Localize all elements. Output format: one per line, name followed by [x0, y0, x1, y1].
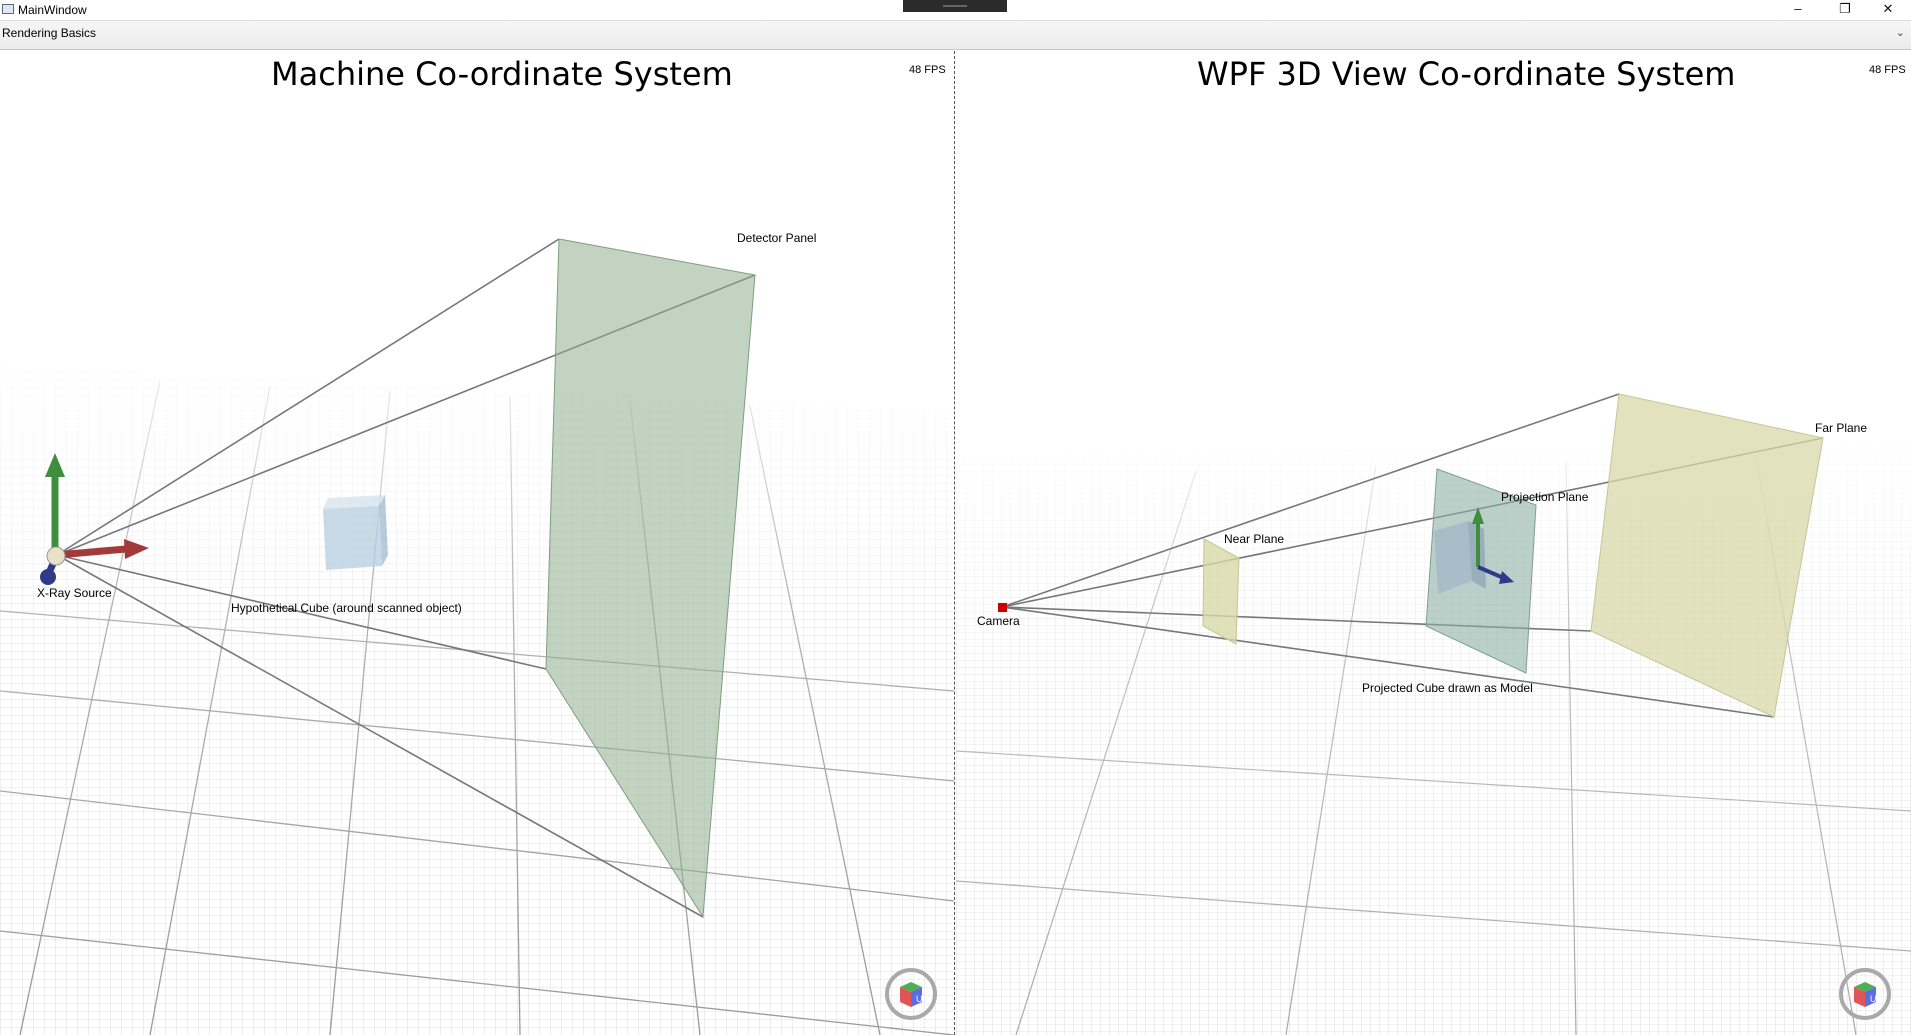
window-title: MainWindow — [18, 3, 87, 17]
chevron-down-icon[interactable]: ⌄ — [1896, 26, 1905, 39]
svg-text:U: U — [916, 994, 923, 1004]
view-cube-icon[interactable]: U — [1838, 967, 1892, 1021]
near-plane[interactable] — [1202, 538, 1240, 645]
machine-scene[interactable] — [0, 51, 954, 1035]
rendering-basics-expander[interactable]: Rendering Basics ⌄ — [0, 20, 1911, 50]
camera-marker[interactable] — [998, 603, 1007, 612]
fps-counter: 48 FPS — [1869, 64, 1906, 76]
ground-grid — [0, 365, 954, 1035]
detector-panel-label: Detector Panel — [737, 231, 817, 245]
camera-label: Camera — [977, 614, 1020, 628]
projected-cube-label: Projected Cube drawn as Model — [1362, 681, 1533, 695]
minimize-button[interactable]: – — [1775, 0, 1821, 20]
view-cube-icon[interactable]: U — [884, 967, 938, 1021]
hypothetical-cube-label: Hypothetical Cube (around scanned object… — [231, 601, 462, 615]
xray-source-label: X-Ray Source — [37, 586, 112, 600]
wpf-view-viewport[interactable]: WPF 3D View Co-ordinate System 48 FPS Fa… — [956, 51, 1911, 1035]
expander-label: Rendering Basics — [2, 26, 97, 40]
app-window-icon — [2, 4, 14, 14]
wpf-scene[interactable] — [956, 51, 1911, 1035]
projection-plane-label: Projection Plane — [1501, 490, 1589, 504]
viewport-title: Machine Co-ordinate System — [271, 55, 733, 93]
restore-button[interactable]: ❐ — [1822, 0, 1868, 20]
machine-viewport[interactable]: Machine Co-ordinate System 48 FPS Detect… — [0, 51, 954, 1035]
drag-handle-icon[interactable] — [903, 0, 1007, 12]
fps-counter: 48 FPS — [909, 64, 946, 76]
hypothetical-cube[interactable] — [323, 495, 388, 570]
window-titlebar[interactable]: MainWindow – ❐ ✕ — [0, 0, 1911, 20]
near-plane-label: Near Plane — [1224, 532, 1285, 546]
close-button[interactable]: ✕ — [1865, 0, 1911, 20]
svg-text:U: U — [1870, 994, 1877, 1004]
far-plane-label: Far Plane — [1815, 421, 1868, 435]
viewport-title: WPF 3D View Co-ordinate System — [1197, 55, 1736, 93]
